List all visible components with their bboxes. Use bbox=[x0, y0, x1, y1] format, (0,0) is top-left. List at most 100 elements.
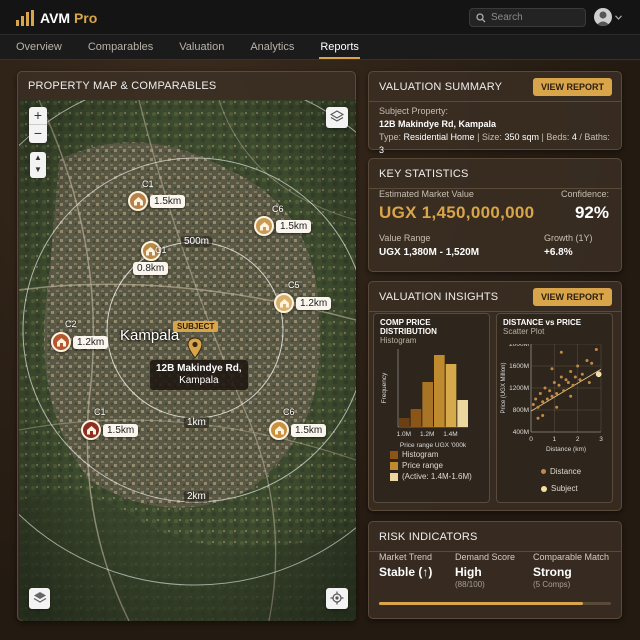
house-icon bbox=[128, 191, 148, 211]
scatter-point bbox=[562, 389, 566, 393]
app-title: AVM Pro bbox=[40, 10, 98, 26]
risk-indicators-title: RISK INDICATORS bbox=[369, 522, 621, 552]
user-icon bbox=[596, 11, 610, 26]
distance-badge: 0.8km bbox=[133, 262, 169, 275]
property-details: Type: Residential Home | Size: 350 sqm |… bbox=[379, 132, 610, 155]
histogram-bar bbox=[399, 418, 410, 427]
house-icon bbox=[81, 420, 101, 440]
scatter-point bbox=[594, 348, 598, 351]
comp-pin[interactable]: 1.5km C1 bbox=[81, 407, 139, 440]
scatter-point bbox=[573, 375, 577, 379]
locate-me-button[interactable] bbox=[326, 588, 348, 609]
property-map[interactable]: 500m 1km 2km Kampala 1.5km C1 1.5km C6 0… bbox=[19, 100, 356, 621]
view-report-button[interactable]: VIEW REPORT bbox=[532, 78, 612, 96]
valuation-summary-panel: VALUATION SUMMARY VIEW REPORT Subject Pr… bbox=[368, 71, 622, 155]
scatter-point bbox=[545, 397, 549, 401]
comp-pin[interactable]: 1.5km C1 bbox=[128, 179, 186, 211]
search-icon bbox=[476, 12, 486, 22]
layers-icon bbox=[33, 592, 46, 603]
crosshair-icon bbox=[330, 591, 344, 605]
scatter-point bbox=[543, 386, 547, 390]
histogram-bar bbox=[410, 409, 422, 427]
histogram-bar bbox=[434, 355, 445, 427]
valuation-insights-panel: VALUATION INSIGHTS VIEW REPORT COMP PRIC… bbox=[368, 281, 622, 511]
histogram-title: COMP PRICE DISTRIBUTION bbox=[380, 318, 437, 336]
key-statistics-title: KEY STATISTICS bbox=[369, 159, 621, 189]
x-axis-label: Price range UGX '000k bbox=[400, 442, 467, 449]
search-input[interactable] bbox=[491, 12, 576, 23]
scatter-point bbox=[534, 397, 538, 401]
x-tick-label: 1.4M bbox=[443, 431, 457, 438]
tab-overview[interactable]: Overview bbox=[16, 35, 62, 59]
tab-valuation[interactable]: Valuation bbox=[179, 35, 224, 59]
comparable-match: Comparable Match Strong (5 Comps) bbox=[533, 552, 610, 589]
risk-progress-bar bbox=[379, 602, 611, 605]
basemap-layers-button[interactable] bbox=[29, 588, 50, 609]
user-menu[interactable] bbox=[594, 8, 622, 26]
legend-item: Distance bbox=[541, 467, 581, 476]
search-box[interactable] bbox=[469, 8, 586, 27]
tilt-down-icon[interactable]: ▼ bbox=[30, 164, 46, 176]
scatter-point bbox=[559, 375, 563, 379]
confidence-value: 92% bbox=[574, 203, 609, 222]
histogram-bar bbox=[457, 400, 468, 427]
legend-item: (Active: 1.4M-1.6M) bbox=[390, 472, 472, 481]
subject-tag: SUBJECT bbox=[173, 321, 219, 332]
scatter-point bbox=[536, 405, 540, 409]
scatter-point bbox=[541, 414, 545, 417]
comp-id: C1 bbox=[142, 179, 154, 189]
y-axis-label: Frequency bbox=[381, 372, 388, 403]
ring-label-1km: 1km bbox=[184, 417, 209, 428]
market-trend: Market Trend Stable (↑) bbox=[379, 552, 433, 579]
comp-id: C2 bbox=[65, 319, 77, 329]
value-range-label: Value Range bbox=[379, 233, 431, 243]
zoom-control: + − bbox=[29, 107, 47, 143]
scatter-point bbox=[571, 383, 575, 387]
tab-analytics[interactable]: Analytics bbox=[250, 35, 294, 59]
map-panel: PROPERTY MAP & COMPARABLES 500m 1km 2km … bbox=[17, 71, 356, 621]
x-tick-label: 2 bbox=[576, 436, 580, 443]
comp-id: C1 bbox=[155, 245, 167, 255]
scatter-subtitle: Scatter Plot bbox=[503, 327, 545, 336]
chevron-down-icon[interactable] bbox=[615, 14, 622, 20]
subject-location-pin-icon[interactable] bbox=[187, 337, 203, 359]
scatter-point bbox=[538, 392, 542, 395]
top-bar: AVM Pro bbox=[0, 0, 640, 35]
distance-badge: 1.5km bbox=[291, 423, 327, 437]
scatter-point bbox=[585, 359, 589, 362]
nav-tabs: Overview Comparables Valuation Analytics… bbox=[0, 35, 640, 60]
scatter-point bbox=[541, 400, 545, 404]
avatar[interactable] bbox=[594, 8, 612, 26]
house-icon bbox=[254, 216, 274, 236]
tilt-up-icon[interactable]: ▲ bbox=[30, 152, 46, 164]
scatter-point bbox=[590, 361, 594, 365]
tab-comparables[interactable]: Comparables bbox=[88, 35, 153, 59]
comp-pin[interactable]: 1.5km C6 bbox=[254, 204, 312, 236]
histogram-bar bbox=[445, 364, 457, 427]
y-tick-label: 2000M bbox=[509, 344, 529, 348]
y-tick-label: 1200M bbox=[509, 385, 529, 392]
map-layers-button[interactable] bbox=[326, 107, 348, 128]
scatter-title: DISTANCE vs PRICE bbox=[503, 318, 582, 327]
zoom-out-button[interactable]: − bbox=[29, 125, 47, 143]
city-label: Kampala bbox=[120, 327, 180, 344]
comp-pin[interactable]: 1.2km C2 bbox=[51, 319, 109, 352]
ring-label-2km: 2km bbox=[184, 491, 209, 502]
comp-pin[interactable]: 0.8km C1 bbox=[133, 241, 169, 275]
ring-label-500m: 500m bbox=[181, 236, 213, 247]
x-tick-label: 1.2M bbox=[420, 431, 434, 438]
emv-label: Estimated Market Value bbox=[379, 189, 474, 199]
zoom-in-button[interactable]: + bbox=[29, 107, 47, 125]
x-tick-label: 3 bbox=[599, 436, 603, 443]
histogram-chart: 1.0M 1.2M 1.4M Price range UGX '000k Frequen… bbox=[381, 349, 468, 449]
tilt-control[interactable]: ▲ ▼ bbox=[30, 152, 46, 178]
tab-reports[interactable]: Reports bbox=[319, 35, 360, 59]
scatter-point bbox=[587, 381, 591, 384]
comp-pin[interactable]: 1.5km C6 bbox=[269, 407, 327, 440]
distance-badge: 1.5km bbox=[150, 194, 186, 208]
view-report-button[interactable]: VIEW REPORT bbox=[532, 288, 612, 306]
app-logo[interactable]: AVM Pro bbox=[16, 8, 97, 28]
comp-pin[interactable]: 1.2km C5 bbox=[274, 280, 332, 313]
app-root: AVM Pro Overview Comparables Valuation A… bbox=[0, 0, 640, 640]
growth-label: Growth (1Y) bbox=[544, 233, 593, 243]
